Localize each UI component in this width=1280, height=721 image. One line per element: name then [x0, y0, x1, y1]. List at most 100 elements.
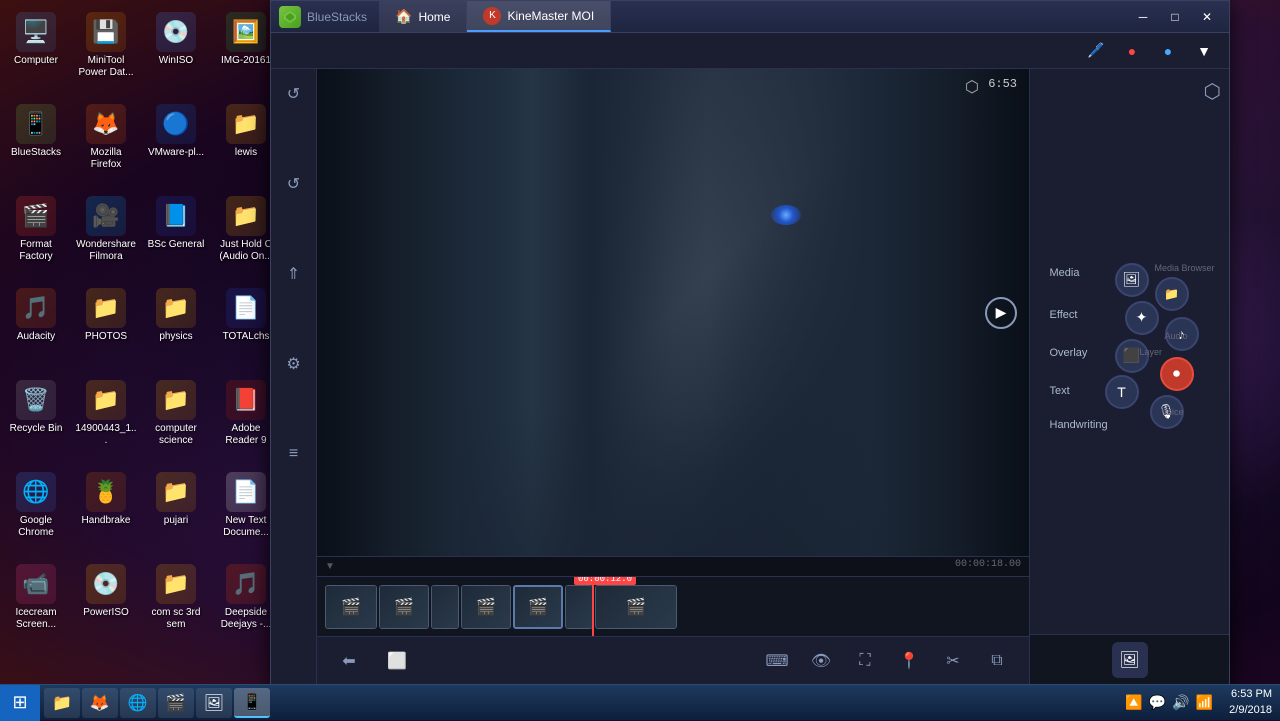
taskbar-item-chrome[interactable]: 🌐 [120, 688, 156, 718]
sidebar-back-icon[interactable]: ↺ [279, 169, 309, 199]
desktop-icon-img-bsc: 📘 [156, 196, 196, 236]
effect-label[interactable]: Effect [1050, 309, 1078, 321]
desktop-icon-lewis[interactable]: 📁lewis [214, 100, 278, 190]
text-label[interactable]: Text [1050, 385, 1070, 397]
cut-button[interactable]: ✂ [937, 645, 969, 677]
system-clock[interactable]: 6:53 PM 2/9/2018 [1221, 687, 1280, 718]
bottom-controls: ⬅ ⬜ ⌨ 👁 ⛶ 📍 ✂ ⧉ [317, 636, 1029, 684]
desktop-icon-mozilla[interactable]: 🦊Mozilla Firefox [74, 100, 138, 190]
bluestacks-taskbar-icon: 📱 [242, 692, 262, 712]
handwriting-label[interactable]: Handwriting [1050, 419, 1108, 431]
desktop-icon-totalchs[interactable]: 📄TOTALchs [214, 284, 278, 374]
desktop-icon-img-photos: 📁 [86, 288, 126, 328]
back-button[interactable]: ⬅ [333, 645, 365, 677]
desktop-icon-justhold[interactable]: 📁Just Hold C (Audio On... [214, 192, 278, 282]
toolbar-dropdown-icon[interactable]: ▼ [1191, 38, 1217, 64]
tab-kinemaster[interactable]: K KineMaster MOI [467, 1, 611, 32]
window-controls: ─ □ ✕ [1129, 6, 1221, 28]
timeline-playhead[interactable]: 00:00:12.0 [592, 577, 594, 636]
timeline-clip[interactable] [565, 585, 593, 629]
desktop-icon-label-format: Format Factory [5, 239, 67, 263]
exit-icon[interactable]: ⬡ [965, 77, 979, 97]
desktop-icon-img[interactable]: 🖼️IMG-20161 [214, 8, 278, 98]
desktop-icon-photos[interactable]: 📁PHOTOS [74, 284, 138, 374]
record-button[interactable]: ⏺ [1160, 357, 1194, 391]
export-icon[interactable]: ⬡ [1204, 79, 1221, 104]
sidebar-share-icon[interactable]: ⇑ [279, 259, 309, 289]
taskbar-item-bluestacks[interactable]: 📱 [234, 688, 270, 718]
keyboard-button[interactable]: ⌨ [761, 645, 793, 677]
sidebar-refresh-icon[interactable]: ↺ [279, 79, 309, 109]
desktop-icon-newtext[interactable]: 📄New Text Docume... [214, 468, 278, 558]
media-button[interactable]: 🖼 [1115, 263, 1149, 297]
systray-volume-icon[interactable]: 🔊 [1172, 694, 1189, 711]
systray-network-icon[interactable]: 📶 [1196, 694, 1213, 711]
desktop-icon-deepside[interactable]: 🎵Deepside Deejays -... [214, 560, 278, 650]
copy-button[interactable]: ⧉ [981, 645, 1013, 677]
overlay-label[interactable]: Overlay [1050, 347, 1088, 359]
timeline-area: ▼ 00:00:18.00 🎬 🎬 🎬 [317, 556, 1029, 636]
toolbar-alert-icon[interactable]: ● [1119, 38, 1145, 64]
desktop-icon-label-adobe: Adobe Reader 9 [215, 423, 277, 447]
desktop-icon-pujari[interactable]: 📁pujari [144, 468, 208, 558]
taskbar-item-img[interactable]: 🖼 [196, 688, 232, 718]
desktop-icon-bluestacks[interactable]: 📱BlueStacks [4, 100, 68, 190]
desktop-icon-label-audacity: Audacity [17, 331, 55, 343]
eye-button[interactable]: 👁 [805, 645, 837, 677]
desktop-icon-minitool[interactable]: 💾MiniTool Power Dat... [74, 8, 138, 98]
desktop-icon-chrome[interactable]: 🌐Google Chrome [4, 468, 68, 558]
systray-chat-icon[interactable]: 💬 [1149, 694, 1166, 711]
effect-button[interactable]: ✦ [1125, 301, 1159, 335]
maximize-button[interactable]: □ [1161, 6, 1189, 28]
panel-bottom-icon[interactable]: 🖼 [1112, 642, 1148, 678]
taskbar-item-format[interactable]: 🎬 [158, 688, 194, 718]
desktop-icon-winiso[interactable]: 💿WinISO [144, 8, 208, 98]
desktop-icon-bsc[interactable]: 📘BSc General [144, 192, 208, 282]
desktop-icon-computer[interactable]: 🖥️Computer [4, 8, 68, 98]
desktop-icon-audacity[interactable]: 🎵Audacity [4, 284, 68, 374]
timeline-clip[interactable] [431, 585, 459, 629]
desktop-icon-poweriso[interactable]: 💿PowerISO [74, 560, 138, 650]
desktop-icon-img-justhold: 📁 [226, 196, 266, 236]
timeline-clip[interactable]: 🎬 [325, 585, 377, 629]
main-content: ↺ ↺ ⇑ ⚙ ≡ [271, 69, 1229, 684]
audio-label: Audio [1165, 331, 1188, 341]
start-button[interactable]: ⊞ [0, 685, 40, 721]
desktop-icon-recycle[interactable]: 🗑️Recycle Bin [4, 376, 68, 466]
timeline-clip-selected[interactable]: 🎬 [513, 585, 563, 629]
sidebar-layers-icon[interactable]: ≡ [279, 439, 309, 469]
desktop-icon-computer2[interactable]: 📁computer science [144, 376, 208, 466]
desktop-icon-icecream[interactable]: 📹Icecream Screen... [4, 560, 68, 650]
toolbar-info-icon[interactable]: ● [1155, 38, 1181, 64]
text-button[interactable]: T [1105, 375, 1139, 409]
timeline-clip[interactable]: 🎬 [595, 585, 677, 629]
desktop-icon-vmware[interactable]: 🔵VMware-pl... [144, 100, 208, 190]
systray-chevron-icon[interactable]: 🔼 [1125, 694, 1142, 711]
tab-home[interactable]: 🏠 Home [379, 1, 467, 32]
home-button[interactable]: ⬜ [381, 645, 413, 677]
toolbar-pen-icon[interactable]: 🖊️ [1083, 38, 1109, 64]
timeline-clip[interactable]: 🎬 [379, 585, 429, 629]
minimize-button[interactable]: ─ [1129, 6, 1157, 28]
sidebar-settings-icon[interactable]: ⚙ [279, 349, 309, 379]
desktop-icon-adobe[interactable]: 📕Adobe Reader 9 [214, 376, 278, 466]
media-label[interactable]: Media [1050, 267, 1080, 279]
timeline-clip[interactable]: 🎬 [461, 585, 511, 629]
taskbar-item-explorer[interactable]: 📁 [44, 688, 80, 718]
timeline-tracks[interactable]: 🎬 🎬 🎬 🎬 [317, 577, 1029, 636]
desktop-icon-handbrake[interactable]: 🍍Handbrake [74, 468, 138, 558]
close-button[interactable]: ✕ [1193, 6, 1221, 28]
desktop-icon-label-computer: Computer [14, 55, 58, 67]
desktop-icon-14900443[interactable]: 📁14900443_1... [74, 376, 138, 466]
desktop-icon-comsc[interactable]: 📁com sc 3rd sem [144, 560, 208, 650]
fullscreen-button[interactable]: ⛶ [849, 645, 881, 677]
desktop-icon-wondershare[interactable]: 🎥Wondershare Filmora [74, 192, 138, 282]
taskbar-item-firefox[interactable]: 🦊 [82, 688, 118, 718]
play-button[interactable]: ▶ [985, 297, 1017, 329]
location-button[interactable]: 📍 [893, 645, 925, 677]
media-browser-button[interactable]: 📁 [1155, 277, 1189, 311]
desktop-icon-img-pujari: 📁 [156, 472, 196, 512]
desktop-icon-physics[interactable]: 📁physics [144, 284, 208, 374]
desktop-icon-label-computer2: computer science [145, 423, 207, 447]
desktop-icon-format[interactable]: 🎬Format Factory [4, 192, 68, 282]
